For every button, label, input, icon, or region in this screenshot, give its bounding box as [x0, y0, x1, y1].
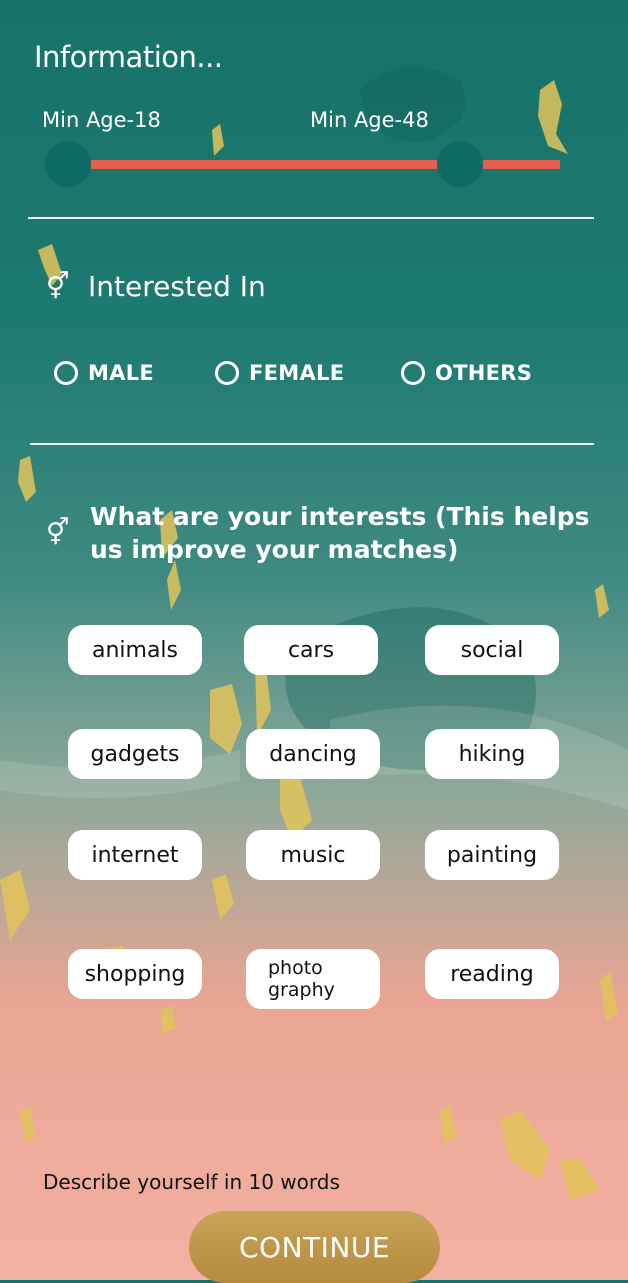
interest-chip-dancing[interactable]: dancing — [246, 729, 380, 779]
radio-others-label: OTHERS — [435, 361, 533, 385]
radio-circle-icon — [401, 361, 425, 385]
page-title: Information... — [34, 40, 223, 74]
gender-icon: ⚥ — [46, 518, 70, 548]
gender-icon: ⚥ — [46, 272, 70, 302]
continue-button[interactable]: CONTINUE — [189, 1211, 440, 1283]
gender-radio-group: MALE FEMALE OTHERS — [52, 361, 592, 395]
radio-male-label: MALE — [88, 361, 155, 385]
interest-chip-reading[interactable]: reading — [425, 949, 559, 999]
radio-female-label: FEMALE — [249, 361, 345, 385]
interest-chip-cars[interactable]: cars — [244, 625, 378, 675]
interest-chip-music[interactable]: music — [246, 830, 380, 880]
radio-circle-icon — [215, 361, 239, 385]
describe-yourself-label: Describe yourself in 10 words — [43, 1170, 340, 1194]
interests-heading: What are your interests (This helps us i… — [90, 502, 590, 564]
interested-in-heading: Interested In — [88, 270, 266, 303]
interest-chip-hiking[interactable]: hiking — [425, 729, 559, 779]
divider — [28, 217, 594, 219]
interest-chip-animals[interactable]: animals — [68, 625, 202, 675]
interest-chip-gadgets[interactable]: gadgets — [68, 729, 202, 779]
max-age-label: Min Age-48 — [310, 108, 429, 132]
radio-female[interactable]: FEMALE — [215, 361, 344, 385]
interest-chip-internet[interactable]: internet — [68, 830, 202, 880]
interest-chip-social[interactable]: social — [425, 625, 559, 675]
age-min-thumb[interactable] — [45, 141, 91, 187]
interest-chip-shopping[interactable]: shopping — [68, 949, 202, 999]
interest-chip-photography[interactable]: photo graphy — [246, 949, 380, 1009]
radio-circle-icon — [54, 361, 78, 385]
age-range-track[interactable] — [68, 160, 560, 169]
divider — [30, 443, 594, 445]
radio-male[interactable]: MALE — [54, 361, 154, 385]
age-max-thumb[interactable] — [437, 141, 483, 187]
interest-chip-painting[interactable]: painting — [425, 830, 559, 880]
radio-others[interactable]: OTHERS — [401, 361, 532, 385]
min-age-label: Min Age-18 — [42, 108, 161, 132]
